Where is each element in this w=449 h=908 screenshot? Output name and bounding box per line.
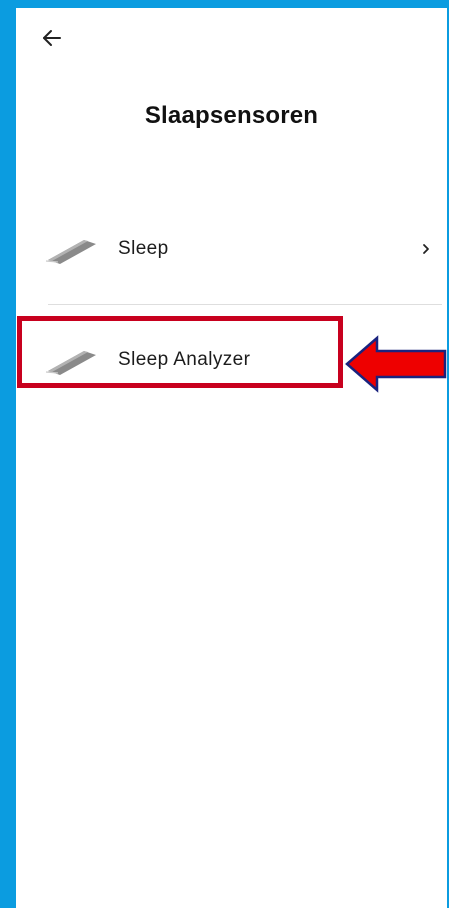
sleep-pad-icon — [45, 240, 96, 264]
sensor-item-label: Sleep Analyzer — [118, 349, 251, 370]
arrow-left-icon — [43, 30, 61, 46]
app-screen: Slaapsensoren Sleep Sleep Analyzer — [16, 8, 447, 908]
sensor-item-sleep[interactable]: Sleep — [16, 218, 447, 280]
chevron-right-icon — [423, 244, 429, 254]
sleep-pad-icon — [45, 351, 96, 375]
page-title: Slaapsensoren — [144, 102, 319, 129]
sensor-item-label: Sleep — [118, 238, 169, 259]
sensor-item-sleep-analyzer[interactable]: Sleep Analyzer — [16, 329, 447, 391]
back-button[interactable] — [38, 24, 66, 52]
list-divider — [48, 304, 442, 305]
